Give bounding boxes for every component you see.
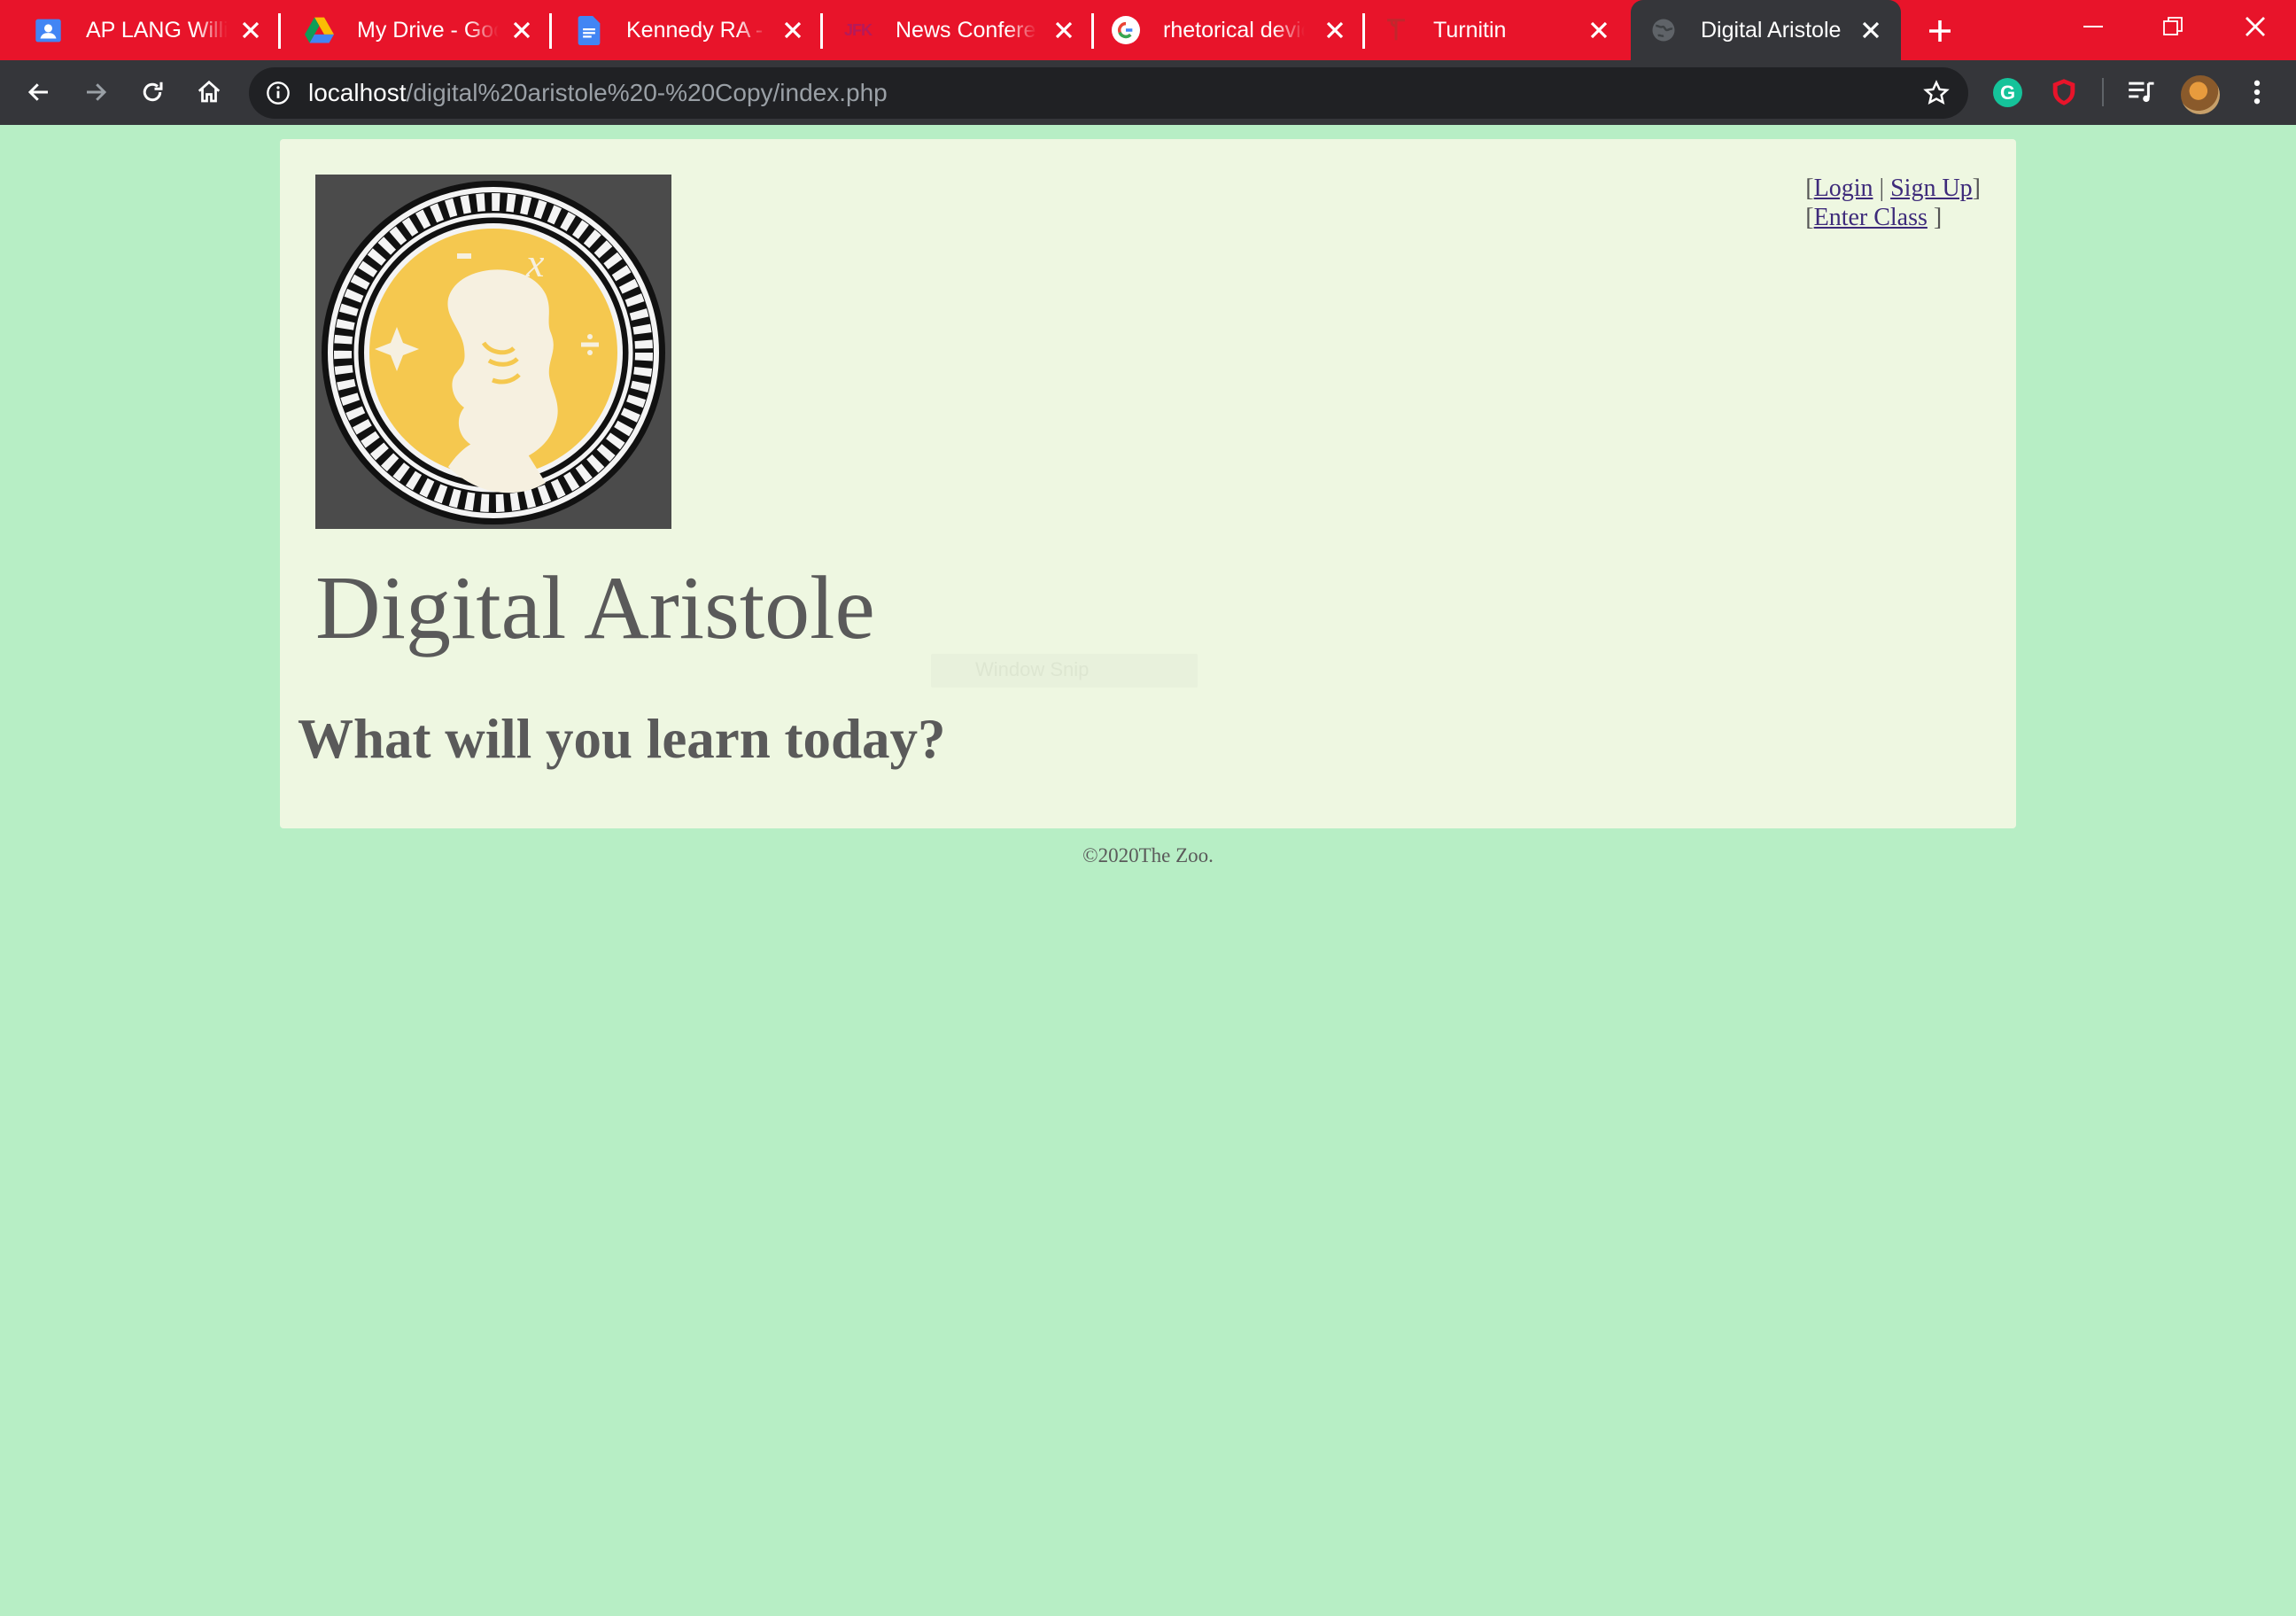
- bracket-open: [: [1805, 204, 1814, 231]
- kebab-menu-icon[interactable]: [2239, 74, 2275, 110]
- close-tab-icon[interactable]: [1051, 18, 1076, 43]
- tab-separator: [278, 13, 281, 49]
- tab-title: AP LANG William: [86, 17, 228, 43]
- tab-turnitin[interactable]: Turnitin: [1368, 0, 1629, 60]
- url-text[interactable]: localhost/digital%20aristole%20-%20Copy/…: [308, 79, 888, 107]
- profile-avatar[interactable]: [2181, 75, 2220, 114]
- tab-kennedy-ra[interactable]: Kennedy RA - Google Docs: [555, 0, 823, 60]
- reload-icon[interactable]: [135, 74, 170, 110]
- auth-line-1: [Login | Sign Up]: [1805, 174, 1981, 203]
- bracket-close: ]: [1927, 204, 1943, 231]
- home-icon[interactable]: [191, 74, 227, 110]
- auth-links: [Login | Sign Up] [Enter Class ]: [1805, 174, 1981, 232]
- jfk-library-icon: JFK: [843, 20, 873, 39]
- classroom-icon: [34, 16, 63, 45]
- toolbar-divider: [2102, 78, 2104, 106]
- svg-text:x: x: [525, 240, 545, 285]
- auth-separator: |: [1873, 175, 1891, 202]
- url-path: /digital%20aristole%20-%20Copy/index.php: [406, 79, 888, 106]
- tab-title: News Conference: [896, 17, 1037, 43]
- aristotle-medallion-icon: x: [315, 175, 671, 529]
- tab-separator: [820, 13, 823, 49]
- tab-title: rhetorical devices: [1163, 17, 1305, 43]
- url-host: localhost: [308, 79, 407, 106]
- tab-my-drive[interactable]: My Drive - Google Drive: [283, 0, 552, 60]
- turnitin-icon: [1381, 16, 1410, 45]
- content-card: x [Login | Sign Up] [Enter Class ] Digit…: [280, 139, 2016, 828]
- site-title: Digital Aristole: [315, 558, 875, 658]
- close-tab-icon[interactable]: [1586, 18, 1611, 43]
- tagline: What will you learn today?: [298, 708, 946, 770]
- minimize-icon[interactable]: [2074, 9, 2113, 44]
- tab-ap-lang[interactable]: AP LANG William: [0, 0, 281, 60]
- bracket-open: [: [1805, 175, 1814, 202]
- tab-title: Kennedy RA - Google Docs: [626, 17, 768, 43]
- close-window-icon[interactable]: [2236, 9, 2275, 44]
- login-link[interactable]: Login: [1814, 175, 1873, 202]
- google-icon: [1111, 16, 1140, 45]
- tab-title: Digital Aristole: [1701, 17, 1842, 43]
- close-tab-icon[interactable]: [1323, 18, 1347, 43]
- close-tab-icon[interactable]: [780, 18, 805, 43]
- enter-class-link[interactable]: Enter Class: [1814, 204, 1928, 231]
- google-docs-icon: [574, 15, 603, 45]
- snip-label: Window Snip: [975, 658, 1090, 680]
- restore-icon[interactable]: [2153, 9, 2192, 44]
- footer-copyright: ©2020The Zoo.: [1082, 844, 1214, 866]
- signup-link[interactable]: Sign Up: [1890, 175, 1973, 202]
- tab-separator: [549, 13, 552, 49]
- tab-strip: AP LANG William My Drive - Google Drive …: [0, 0, 2296, 60]
- auth-line-2: [Enter Class ]: [1805, 203, 1981, 232]
- aristotle-logo: x: [315, 175, 671, 529]
- tab-title: Turnitin: [1433, 17, 1507, 43]
- media-control-icon[interactable]: [2124, 74, 2160, 110]
- google-drive-icon: [305, 16, 334, 45]
- tab-news-conference[interactable]: JFK News Conference: [826, 0, 1094, 60]
- browser-toolbar: localhost/digital%20aristole%20-%20Copy/…: [0, 60, 2296, 125]
- tab-separator: [1091, 13, 1094, 49]
- bracket-close: ]: [1972, 175, 1981, 202]
- bookmark-star-icon[interactable]: [1920, 77, 1952, 109]
- close-tab-icon[interactable]: [509, 18, 534, 43]
- globe-icon: [1648, 16, 1678, 45]
- tab-separator: [1362, 13, 1365, 49]
- tab-rhetorical-devices[interactable]: rhetorical devices: [1097, 0, 1365, 60]
- close-tab-icon[interactable]: [1858, 18, 1883, 43]
- close-tab-icon[interactable]: [238, 18, 263, 43]
- window-snip-overlay: Window Snip: [931, 654, 1198, 688]
- address-bar[interactable]: localhost/digital%20aristole%20-%20Copy/…: [249, 67, 1968, 119]
- tab-digital-aristole[interactable]: Digital Aristole: [1631, 0, 1901, 60]
- tab-title: My Drive - Google Drive: [357, 17, 499, 43]
- adblock-shield-icon[interactable]: [2046, 74, 2082, 110]
- new-tab-icon[interactable]: [1922, 13, 1958, 49]
- back-arrow-icon[interactable]: [21, 74, 57, 110]
- site-info-icon[interactable]: [265, 80, 291, 106]
- forward-arrow-icon[interactable]: [78, 74, 113, 110]
- grammarly-extension-icon[interactable]: G: [1993, 78, 2022, 107]
